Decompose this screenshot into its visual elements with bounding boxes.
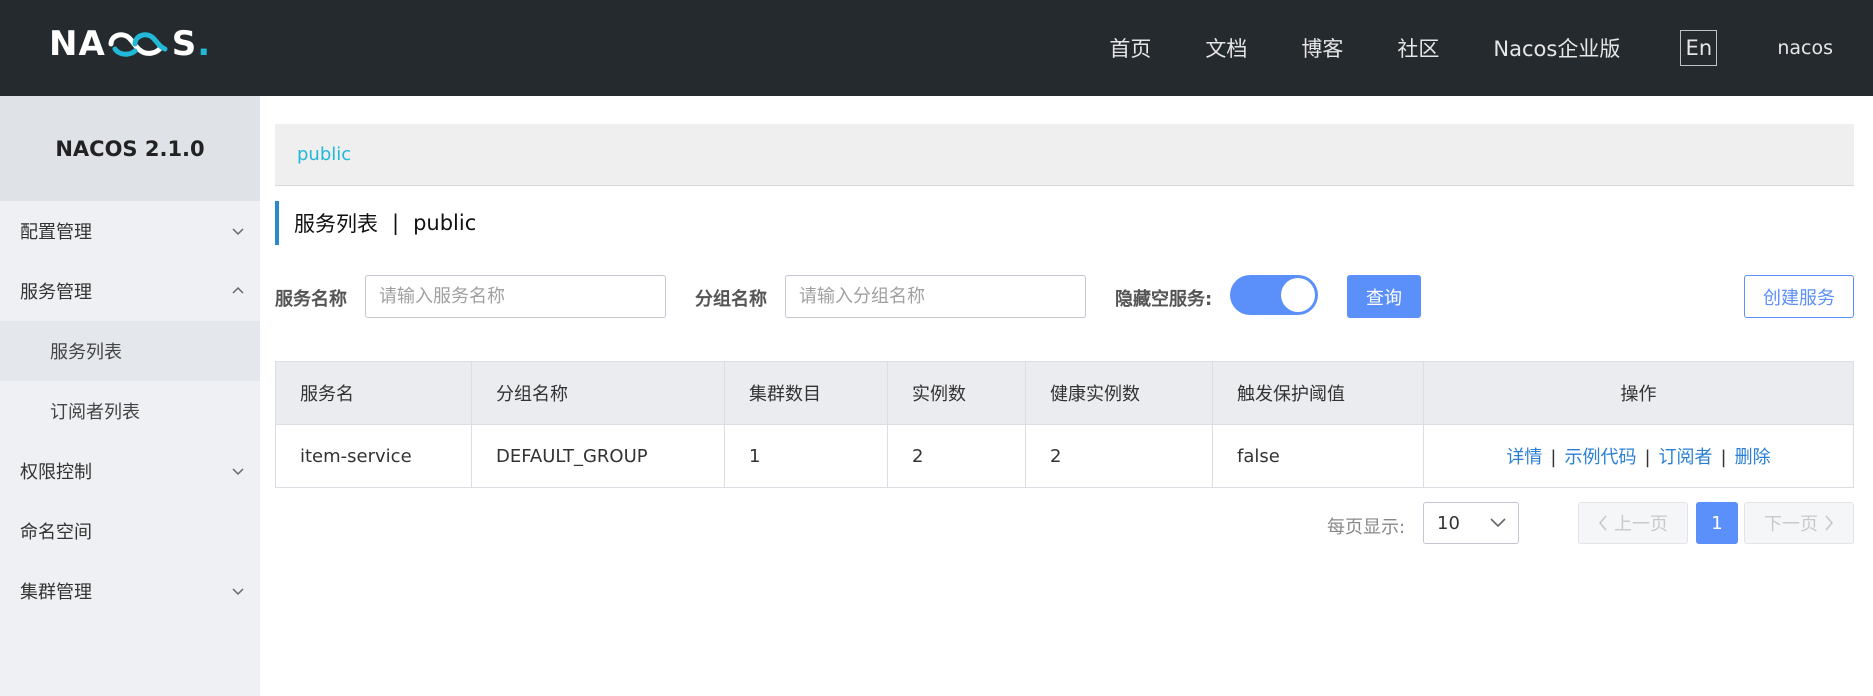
namespace-bar: public <box>275 124 1854 186</box>
sidebar-item-service-list[interactable]: 服务列表 <box>0 321 260 381</box>
page-title-namespace: public <box>413 211 477 235</box>
hide-empty-services-label: 隐藏空服务: <box>1115 289 1213 310</box>
cell-group-name: DEFAULT_GROUP <box>471 424 725 488</box>
column-header-service-name: 服务名 <box>275 361 472 425</box>
user-menu[interactable]: nacos <box>1777 37 1833 59</box>
query-button[interactable]: 查询 <box>1347 275 1421 318</box>
nav-blog[interactable]: 博客 <box>1301 33 1343 63</box>
prev-page-label: 上一页 <box>1614 514 1668 535</box>
service-name-label: 服务名称 <box>275 289 347 310</box>
service-name-input[interactable] <box>365 275 666 318</box>
column-header-protect-threshold: 触发保护阈值 <box>1212 361 1424 425</box>
nav-community[interactable]: 社区 <box>1397 33 1439 63</box>
per-page-select[interactable]: 10 <box>1423 502 1519 544</box>
toggle-knob <box>1281 278 1315 312</box>
chevron-down-icon <box>232 468 244 476</box>
sidebar-item-access-control[interactable]: 权限控制 <box>0 441 260 501</box>
separator: | <box>1644 447 1651 468</box>
table-header-row: 服务名 分组名称 集群数目 实例数 健康实例数 触发保护阈值 操作 <box>275 361 1854 425</box>
hide-empty-services-toggle[interactable] <box>1230 275 1318 315</box>
logo-dot: . <box>197 24 212 64</box>
chevron-left-icon <box>1598 515 1607 531</box>
language-toggle-button[interactable]: En <box>1680 30 1718 66</box>
separator: | <box>1720 447 1727 468</box>
column-header-instance-count: 实例数 <box>887 361 1026 425</box>
logo-text-left: NA <box>49 24 106 64</box>
next-page-label: 下一页 <box>1764 514 1818 535</box>
pagination: 每页显示: 10 上一页 1 下一页 <box>275 502 1854 546</box>
subscribers-link[interactable]: 订阅者 <box>1659 447 1713 468</box>
sidebar-item-service-management[interactable]: 服务管理 <box>0 261 260 321</box>
separator: | <box>1550 447 1557 468</box>
sidebar-item-subscriber-list[interactable]: 订阅者列表 <box>0 381 260 441</box>
nav-docs[interactable]: 文档 <box>1205 33 1247 63</box>
namespace-link-public[interactable]: public <box>297 144 351 165</box>
cell-service-name: item-service <box>275 424 472 488</box>
sidebar-item-label: 集群管理 <box>20 582 92 603</box>
sidebar-item-label: 配置管理 <box>20 222 92 243</box>
group-name-input[interactable] <box>785 275 1086 318</box>
nacos-logo[interactable]: NA S. <box>49 26 211 62</box>
sidebar-item-label: 服务列表 <box>50 342 122 363</box>
column-header-group-name: 分组名称 <box>471 361 725 425</box>
chevron-right-icon <box>1825 515 1834 531</box>
sidebar-item-label: 服务管理 <box>20 282 92 303</box>
page-title: 服务列表 | public <box>275 201 1854 245</box>
sidebar-item-label: 权限控制 <box>20 462 92 483</box>
chevron-down-icon <box>1490 518 1506 528</box>
cell-instance-count: 2 <box>887 424 1026 488</box>
sidebar-title: NACOS 2.1.0 <box>0 96 260 201</box>
logo-swirl-icon <box>108 32 168 57</box>
title-separator: | <box>392 211 400 235</box>
delete-link[interactable]: 删除 <box>1735 447 1771 468</box>
column-header-operations: 操作 <box>1423 361 1854 425</box>
filter-bar: 服务名称 分组名称 隐藏空服务: 查询 创建服务 <box>275 275 1854 319</box>
create-service-button[interactable]: 创建服务 <box>1744 275 1854 318</box>
table-row: item-service DEFAULT_GROUP 1 2 2 false 详… <box>275 424 1854 488</box>
top-nav: 首页 文档 博客 社区 Nacos企业版 En nacos <box>1055 0 1873 96</box>
next-page-button[interactable]: 下一页 <box>1744 502 1854 544</box>
cell-protect-threshold: false <box>1212 424 1424 488</box>
sidebar-item-config-management[interactable]: 配置管理 <box>0 201 260 261</box>
nav-home[interactable]: 首页 <box>1109 33 1151 63</box>
cell-cluster-count: 1 <box>724 424 888 488</box>
sidebar: NACOS 2.1.0 配置管理 服务管理 服务列表 订阅者列表 权限控制 命名… <box>0 96 260 696</box>
page-number-current[interactable]: 1 <box>1696 502 1738 544</box>
column-header-cluster-count: 集群数目 <box>724 361 888 425</box>
top-header: NA S. 首页 文档 博客 社区 Nacos企业版 En nacos <box>0 0 1873 96</box>
sidebar-item-cluster-management[interactable]: 集群管理 <box>0 561 260 621</box>
prev-page-button[interactable]: 上一页 <box>1578 502 1688 544</box>
group-name-label: 分组名称 <box>695 289 767 310</box>
sample-code-link[interactable]: 示例代码 <box>1564 447 1636 468</box>
cell-operations: 详情 | 示例代码 | 订阅者 | 删除 <box>1423 424 1854 488</box>
cell-healthy-instance-count: 2 <box>1025 424 1213 488</box>
nav-enterprise[interactable]: Nacos企业版 <box>1493 33 1620 63</box>
page-title-text: 服务列表 <box>294 212 378 236</box>
sidebar-item-label: 命名空间 <box>20 522 92 543</box>
per-page-value: 10 <box>1437 512 1460 534</box>
chevron-down-icon <box>232 228 244 236</box>
per-page-label: 每页显示: <box>1327 517 1406 538</box>
sidebar-item-label: 订阅者列表 <box>50 402 140 423</box>
sidebar-item-namespace[interactable]: 命名空间 <box>0 501 260 561</box>
chevron-up-icon <box>232 286 244 294</box>
main-content: public 服务列表 | public 服务名称 分组名称 隐藏空服务: 查询… <box>275 124 1854 546</box>
chevron-down-icon <box>232 588 244 596</box>
service-table: 服务名 分组名称 集群数目 实例数 健康实例数 触发保护阈值 操作 item-s… <box>275 361 1854 488</box>
logo-text-right: S <box>171 24 198 64</box>
column-header-healthy-instance-count: 健康实例数 <box>1025 361 1213 425</box>
details-link[interactable]: 详情 <box>1506 447 1542 468</box>
